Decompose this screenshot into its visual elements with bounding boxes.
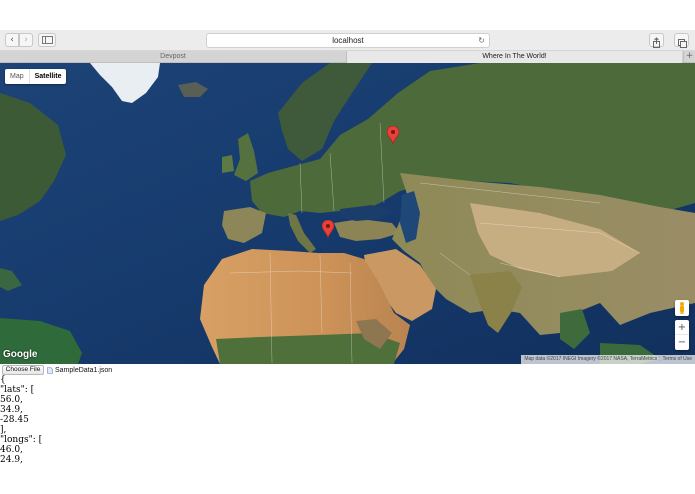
tabs-icon <box>678 39 687 48</box>
top-gap <box>0 0 695 30</box>
new-tab-button[interactable]: + <box>683 51 695 63</box>
json-line: 56.0, <box>0 395 23 405</box>
reload-icon[interactable]: ↻ <box>478 34 485 47</box>
chevron-left-icon: ‹ <box>10 35 14 45</box>
share-button[interactable] <box>649 33 664 48</box>
zoom-in-button[interactable]: + <box>675 320 689 335</box>
map-marker-icon[interactable] <box>387 126 399 144</box>
share-icon <box>653 37 660 48</box>
tab-where-in-the-world[interactable]: Where In The World! <box>347 51 682 63</box>
zoom-control: + − <box>675 320 689 350</box>
show-all-tabs-button[interactable] <box>674 33 689 48</box>
google-logo[interactable]: Google <box>3 349 37 360</box>
map-marker-icon[interactable] <box>322 220 334 238</box>
sidebar-icon <box>42 36 53 44</box>
back-button[interactable]: ‹ <box>5 33 19 47</box>
choose-file-button[interactable]: Choose File <box>2 365 44 375</box>
forward-button[interactable]: › <box>19 33 33 47</box>
map-attribution: Map data ©2017 INEGI Imagery ©2017 NASA,… <box>521 355 695 364</box>
selected-file-name: SampleData1.json <box>55 367 113 374</box>
satellite-map[interactable]: Map Satellite + − Google Map data ©2017 I… <box>0 63 695 364</box>
map-imagery <box>0 63 695 364</box>
browser-toolbar: ‹ › localhost ↻ <box>0 30 695 51</box>
tab-devpost[interactable]: Devpost <box>0 51 347 63</box>
map-type-map-button[interactable]: Map <box>5 69 30 84</box>
chevron-right-icon: › <box>24 35 28 45</box>
tab-bar: Devpost Where In The World! + <box>0 51 695 63</box>
ireland-landmass <box>222 155 234 173</box>
json-line: "longs": [ <box>0 435 43 445</box>
file-icon <box>47 367 53 374</box>
attribution-separator: | <box>659 356 661 362</box>
json-line: ], <box>0 425 7 435</box>
street-view-pegman[interactable] <box>675 300 689 316</box>
json-line: "lats": [ <box>0 385 35 395</box>
attribution-text: Map data ©2017 INEGI Imagery ©2017 NASA,… <box>524 356 658 362</box>
json-line: 24.9, <box>0 455 23 465</box>
plus-icon: + <box>685 51 694 61</box>
zoom-out-button[interactable]: − <box>675 335 689 350</box>
map-type-control: Map Satellite <box>5 69 67 84</box>
json-line: { <box>0 375 6 385</box>
json-output: { "lats": [ 56.0, 34.9, -28.45 ], "longs… <box>0 375 42 465</box>
pegman-icon <box>680 302 684 314</box>
json-line: 46.0, <box>0 445 23 455</box>
json-line: 34.9, <box>0 405 23 415</box>
terms-of-use-link[interactable]: Terms of Use <box>663 356 692 362</box>
url-text: localhost <box>332 36 364 45</box>
sidebar-toggle-button[interactable] <box>38 33 56 47</box>
address-bar[interactable]: localhost ↻ <box>206 33 490 48</box>
json-line: -28.45 <box>0 415 29 425</box>
map-type-satellite-button[interactable]: Satellite <box>30 69 67 84</box>
